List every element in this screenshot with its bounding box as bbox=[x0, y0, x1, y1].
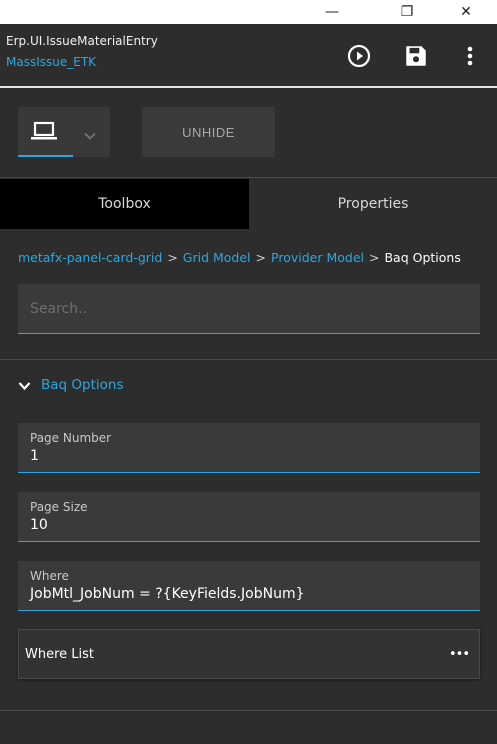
play-circle-icon[interactable] bbox=[345, 42, 373, 70]
close-button[interactable]: ✕ bbox=[444, 0, 488, 24]
more-horizontal-icon[interactable]: ••• bbox=[449, 647, 470, 662]
more-vertical-icon[interactable] bbox=[456, 42, 484, 70]
search-input[interactable] bbox=[18, 284, 480, 334]
app-header: Erp.UI.IssueMaterialEntry MassIssue_ETK bbox=[0, 24, 497, 86]
app-title: Erp.UI.IssueMaterialEntry bbox=[6, 34, 158, 48]
divider bbox=[0, 177, 497, 178]
field-label: Page Number bbox=[30, 431, 112, 445]
breadcrumb-separator: > bbox=[255, 250, 267, 265]
divider bbox=[0, 710, 497, 711]
window-titlebar: — ❐ ✕ bbox=[0, 0, 497, 24]
page-size-field[interactable]: Page Size 10 bbox=[18, 492, 480, 542]
breadcrumb-current: Baq Options bbox=[384, 250, 461, 265]
divider bbox=[0, 359, 497, 360]
where-list-label: Where List bbox=[25, 646, 95, 662]
breadcrumb-separator: > bbox=[369, 250, 380, 265]
save-icon[interactable] bbox=[402, 42, 430, 70]
breadcrumb-separator: > bbox=[167, 250, 178, 265]
where-list-card[interactable]: Where List ••• bbox=[18, 629, 480, 679]
tab-toolbox[interactable]: Toolbox bbox=[0, 179, 249, 229]
minimize-button[interactable]: — bbox=[310, 0, 354, 24]
app-subtitle[interactable]: MassIssue_ETK bbox=[6, 55, 96, 69]
breadcrumb: metafx-panel-card-grid > Grid Model > Provid… bbox=[18, 250, 461, 265]
page-number-field[interactable]: Page Number 1 bbox=[18, 423, 480, 473]
tab-properties[interactable]: Properties bbox=[249, 179, 497, 229]
field-value[interactable]: 10 bbox=[30, 517, 48, 533]
device-selector[interactable] bbox=[18, 107, 110, 157]
breadcrumb-item-provider-model[interactable]: Provider Model bbox=[271, 250, 364, 265]
where-field[interactable]: Where JobMtl_JobNum = ?{KeyFields.JobNum… bbox=[18, 561, 480, 611]
breadcrumb-item-panel-card-grid[interactable]: metafx-panel-card-grid bbox=[18, 250, 162, 265]
breadcrumb-item-grid-model[interactable]: Grid Model bbox=[183, 250, 251, 265]
header-divider bbox=[0, 86, 497, 88]
field-label: Page Size bbox=[30, 500, 88, 514]
field-value[interactable]: JobMtl_JobNum = ?{KeyFields.JobNum} bbox=[30, 586, 304, 602]
chevron-down-icon bbox=[84, 126, 96, 145]
unhide-button[interactable]: UNHIDE bbox=[142, 107, 275, 157]
laptop-icon bbox=[30, 121, 58, 145]
chevron-down-icon bbox=[18, 376, 31, 395]
device-selector-underline bbox=[18, 155, 73, 157]
section-title: Baq Options bbox=[41, 377, 124, 393]
maximize-button[interactable]: ❐ bbox=[385, 0, 429, 24]
field-value[interactable]: 1 bbox=[30, 448, 39, 464]
section-header-baq-options[interactable]: Baq Options bbox=[18, 375, 123, 395]
field-label: Where bbox=[30, 569, 69, 583]
